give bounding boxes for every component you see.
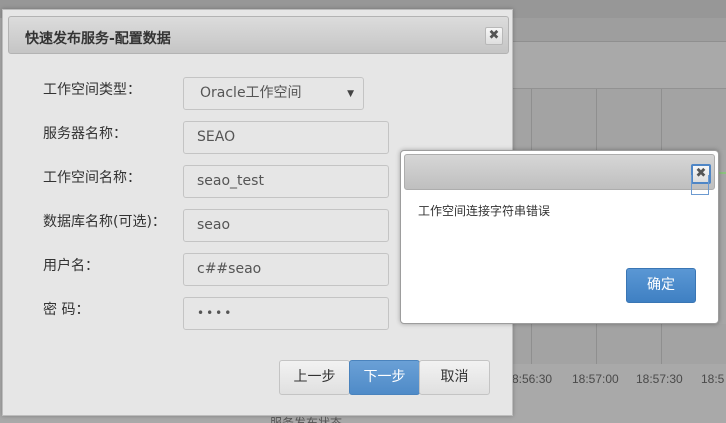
workspace-type-label: 工作空间类型： — [43, 82, 141, 98]
username-label: 用户名： — [43, 258, 99, 274]
error-alert-dialog: ✖ 工作空间连接字符串错误 确定 — [400, 150, 719, 324]
workspace-name-label: 工作空间名称： — [43, 170, 141, 186]
ok-button[interactable]: 确定 — [626, 268, 696, 303]
background-series-mark — [719, 172, 726, 174]
workspace-type-value: Oracle工作空间 — [200, 85, 302, 101]
prev-step-button[interactable]: 上一步 — [279, 360, 350, 395]
database-name-input[interactable]: seao — [183, 209, 389, 242]
password-label: 密 码： — [43, 302, 90, 318]
focus-outline — [691, 175, 709, 195]
chart-tick-label: 18:57:30 — [636, 372, 683, 386]
alert-message: 工作空间连接字符串错误 — [418, 204, 551, 218]
server-name-input[interactable]: SEAO — [183, 121, 389, 154]
workspace-name-input[interactable]: seao_test — [183, 165, 389, 198]
database-name-label: 数据库名称(可选)： — [43, 214, 166, 230]
username-input[interactable]: c##seao — [183, 253, 389, 286]
workspace-type-select[interactable]: Oracle工作空间 ▼ — [183, 77, 364, 110]
next-step-button[interactable]: 下一步 — [349, 360, 420, 395]
background-header-band — [513, 18, 726, 42]
cancel-button[interactable]: 取消 — [419, 360, 490, 395]
close-icon[interactable]: ✖ — [485, 27, 503, 45]
chart-tick-label: 18:5 — [701, 372, 725, 386]
chevron-down-icon: ▼ — [347, 89, 354, 99]
password-input[interactable]: •••• — [183, 297, 389, 330]
dialog-header: 快速发布服务-配置数据 ✖ — [8, 16, 509, 54]
server-name-label: 服务器名称： — [43, 126, 127, 142]
dialog-title: 快速发布服务-配置数据 — [25, 31, 171, 47]
background-side-strip — [719, 150, 726, 324]
chart-tick-label: 8:56:30 — [512, 372, 553, 386]
chart-tick-label: 18:57:00 — [572, 372, 619, 386]
alert-header: ✖ — [404, 154, 715, 190]
